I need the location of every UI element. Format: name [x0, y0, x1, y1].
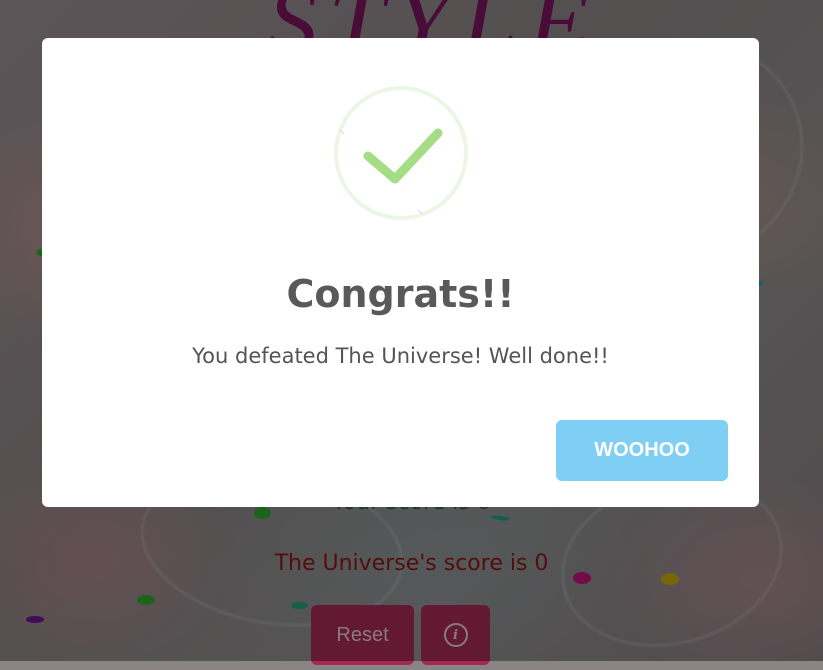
woohoo-button[interactable]: WOOHOO — [556, 420, 728, 481]
dialog-message: You defeated The Universe! Well done!! — [192, 344, 609, 368]
dialog-title: Congrats!! — [286, 272, 515, 316]
success-checkmark-icon — [334, 86, 468, 220]
congrats-dialog: Congrats!! You defeated The Universe! We… — [42, 38, 759, 507]
modal-overlay[interactable]: Congrats!! You defeated The Universe! We… — [0, 0, 823, 661]
